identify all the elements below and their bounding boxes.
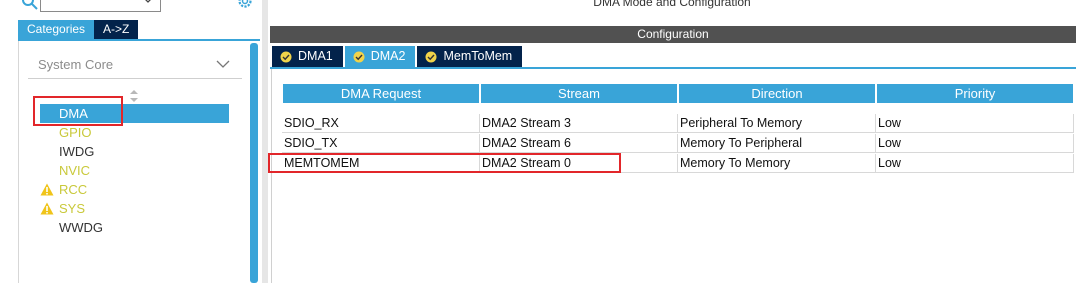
tab-categories[interactable]: Categories: [18, 20, 95, 39]
peripheral-label: IWDG: [59, 144, 95, 159]
table-cell[interactable]: Low: [876, 114, 1074, 133]
tab-label: MemToMem: [443, 49, 513, 63]
tab-a-to-z[interactable]: A->Z: [94, 20, 139, 39]
tab-label: DMA2: [370, 49, 406, 63]
column-header-direction[interactable]: Direction: [679, 84, 875, 103]
category-tabs: Categories A->Z: [18, 20, 139, 39]
search-icon[interactable]: [22, 0, 38, 10]
table-cell[interactable]: SDIO_RX: [282, 114, 480, 133]
check-circle-icon: [353, 51, 365, 62]
system-core-dropdown[interactable]: System Core: [28, 52, 242, 79]
table-cell[interactable]: DMA2 Stream 3: [480, 114, 678, 133]
check-circle-icon: [280, 51, 292, 62]
check-circle-icon: [425, 51, 437, 62]
configuration-header: Configuration: [270, 26, 1076, 43]
highlight-box-dma: [33, 96, 123, 126]
table-cell[interactable]: DMA2 Stream 6: [480, 134, 678, 153]
peripheral-label: NVIC: [59, 163, 91, 178]
table-cell[interactable]: SDIO_TX: [282, 134, 480, 153]
warning-icon: [40, 202, 54, 215]
table-cell[interactable]: Low: [876, 134, 1074, 153]
mode-title: DMA Mode and Configuration: [593, 0, 751, 9]
chevron-down-icon: [216, 60, 230, 68]
left-panel: Categories A->Z System Core DMA GPIO IWD…: [0, 0, 262, 283]
left-scrollbar[interactable]: [250, 43, 258, 283]
highlight-box-memtomem-row: [268, 153, 621, 173]
peripheral-label: WWDG: [59, 220, 104, 235]
table-cell[interactable]: Memory To Peripheral: [678, 134, 876, 153]
table-cell[interactable]: Peripheral To Memory: [678, 114, 876, 133]
column-header-dma-request[interactable]: DMA Request: [283, 84, 479, 103]
chevron-down-icon[interactable]: [140, 0, 156, 8]
system-core-label: System Core: [38, 57, 114, 72]
tab-memtomem[interactable]: MemToMem: [417, 46, 523, 67]
table-cell[interactable]: Memory To Memory: [678, 154, 876, 173]
right-panel: DMA Mode and Configuration Configuration…: [268, 0, 1076, 283]
table-cell[interactable]: Low: [876, 154, 1074, 173]
dma-tabs: DMA1 DMA2 MemToMem: [272, 46, 524, 67]
peripheral-label: RCC: [59, 182, 88, 197]
gear-icon[interactable]: [236, 0, 254, 10]
column-header-priority[interactable]: Priority: [877, 84, 1073, 103]
column-header-stream[interactable]: Stream: [481, 84, 677, 103]
sort-arrows-icon[interactable]: [129, 89, 139, 103]
tab-dma1[interactable]: DMA1: [272, 46, 343, 67]
tab-label: DMA1: [298, 49, 333, 63]
tab-dma2[interactable]: DMA2: [344, 46, 416, 67]
peripheral-label: SYS: [59, 201, 86, 216]
warning-icon: [40, 183, 54, 196]
